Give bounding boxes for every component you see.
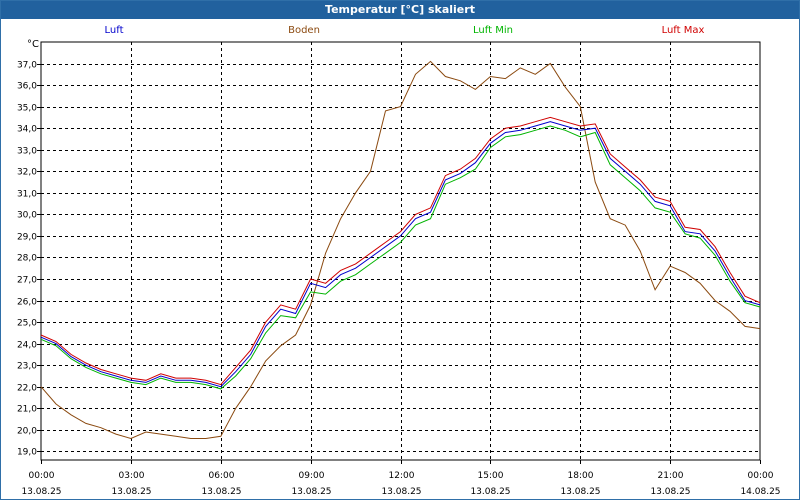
y-tick-label: 28,0 xyxy=(17,254,37,264)
y-tick-label: 24,0 xyxy=(17,341,37,351)
x-tick-date: 13.08.25 xyxy=(201,487,241,497)
x-tick-date: 13.08.25 xyxy=(111,487,151,497)
y-tick-label: 33,0 xyxy=(17,147,37,157)
y-tick-label: 35,0 xyxy=(17,104,37,114)
temperature-chart: 19,0 20,0 21,0 22,0 23,0 24,0 25,0 26,0 27,0 28,0… xyxy=(17,41,781,497)
y-tick-label: 36,0 xyxy=(17,82,37,92)
x-tick-time: 15:00 xyxy=(478,471,504,481)
y-tick-label: 20,0 xyxy=(17,427,37,437)
y-tick-label: 34,0 xyxy=(17,125,37,135)
y-tick-label: 23,0 xyxy=(17,362,37,372)
y-tick-label: 31,0 xyxy=(17,190,37,200)
y-tick-label: 29,0 xyxy=(17,233,37,243)
x-tick-time: 06:00 xyxy=(209,471,235,481)
y-tick-label: 27,0 xyxy=(17,276,37,286)
x-tick-date: 13.08.25 xyxy=(560,487,600,497)
x-tick-time: 18:00 xyxy=(568,471,594,481)
y-tick-label: 30,0 xyxy=(17,211,37,221)
x-tick-date: 13.08.25 xyxy=(381,487,421,497)
x-tick-time: 09:00 xyxy=(299,471,325,481)
y-tick-label: 21,0 xyxy=(17,405,37,415)
x-tick-date: 13.08.25 xyxy=(291,487,331,497)
y-tick-label: 22,0 xyxy=(17,384,37,394)
x-tick-time: 21:00 xyxy=(658,471,684,481)
x-tick-date: 13.08.25 xyxy=(650,487,690,497)
x-tick-time: 00:00 xyxy=(748,471,774,481)
x-tick-time: 00:00 xyxy=(29,471,55,481)
x-tick-date: 13.08.25 xyxy=(470,487,510,497)
y-tick-label: 26,0 xyxy=(17,298,37,308)
x-tick-date: 13.08.25 xyxy=(21,487,61,497)
y-tick-label: 19,0 xyxy=(17,448,37,458)
plot-frame xyxy=(40,41,761,461)
x-tick-time: 03:00 xyxy=(119,471,145,481)
y-tick-label: 25,0 xyxy=(17,319,37,329)
chart-window: Temperatur [°C] skaliert Luft Boden Luft… xyxy=(0,0,800,500)
y-tick-label: 37,0 xyxy=(17,61,37,71)
y-tick-label: 32,0 xyxy=(17,168,37,178)
x-tick-time: 12:00 xyxy=(389,471,415,481)
x-tick-date: 14.08.25 xyxy=(740,487,780,497)
